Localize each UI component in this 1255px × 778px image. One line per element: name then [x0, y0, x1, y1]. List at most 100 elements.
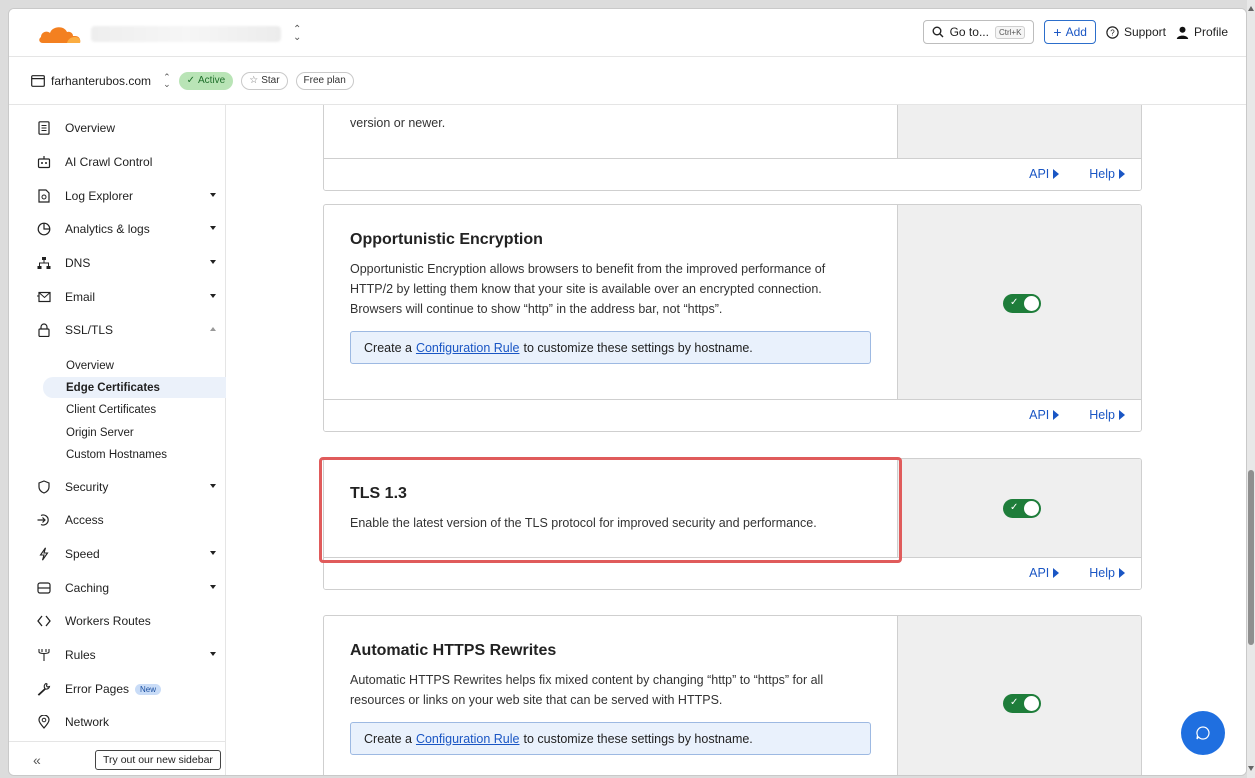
sidebar-item-ai-crawl-control[interactable]: AI Crawl Control — [9, 148, 226, 176]
settings-card-automatic-https-rewrites: Automatic HTTPS Rewrites Automatic HTTPS… — [323, 615, 1142, 775]
sidebar-item-email[interactable]: Email — [9, 283, 226, 311]
try-new-sidebar-label: Try out our new sidebar — [103, 753, 213, 766]
sidebar-item-rules[interactable]: Rules — [9, 641, 226, 669]
question-circle-icon: ? — [1106, 25, 1119, 39]
sidebar-item-label: Caching — [65, 581, 110, 595]
sub-item-origin-server[interactable]: Origin Server — [43, 422, 226, 443]
goto-button[interactable]: Go to... Ctrl+K — [922, 20, 1035, 44]
chat-support-button[interactable] — [1181, 711, 1225, 755]
collapse-sidebar-icon[interactable]: « — [33, 752, 47, 768]
sidebar-item-label: DNS — [65, 256, 91, 270]
support-label: Support — [1123, 25, 1166, 39]
sidebar-item-speed[interactable]: Speed — [9, 540, 226, 568]
sub-item-label: Overview — [66, 359, 114, 372]
settings-card-opportunistic-encryption: Opportunistic Encryption Opportunistic E… — [323, 204, 1142, 432]
check-icon: ✓ — [1010, 697, 1019, 708]
configuration-rule-link[interactable]: Configuration Rule — [416, 732, 520, 746]
tls-1-3-toggle[interactable]: ✓ — [1003, 499, 1041, 518]
scrollbar-thumb[interactable] — [1248, 470, 1254, 645]
sidebar-item-access[interactable]: Access — [9, 506, 226, 534]
cloudflare-logo[interactable] — [37, 23, 83, 45]
try-new-sidebar-button[interactable]: Try out our new sidebar — [95, 749, 221, 770]
card-control-area: ✓ — [897, 459, 1141, 559]
sub-item-label: Edge Certificates — [66, 381, 160, 394]
sidebar-item-label: AI Crawl Control — [65, 155, 153, 169]
document-icon — [37, 121, 51, 135]
sidebar-item-log-explorer[interactable]: Log Explorer — [9, 182, 226, 210]
sub-item-label: Client Certificates — [66, 403, 157, 416]
sub-item-custom-hostnames[interactable]: Custom Hostnames — [43, 444, 226, 465]
code-brackets-icon — [37, 614, 51, 628]
user-icon — [1176, 26, 1189, 39]
star-button[interactable]: ☆ Star — [241, 71, 288, 90]
sidebar-item-network[interactable]: Network — [9, 708, 226, 736]
card-description: Opportunistic Encryption allows browsers… — [350, 262, 826, 316]
sidebar-item-caching[interactable]: Caching — [9, 574, 226, 602]
help-link[interactable]: Help — [1089, 167, 1125, 181]
search-icon — [932, 26, 944, 38]
sidebar-item-ssl-tls[interactable]: SSL/TLS — [9, 316, 226, 344]
toggle-knob — [1024, 296, 1039, 311]
scroll-up-arrow-icon[interactable] — [1248, 6, 1254, 11]
scroll-down-arrow-icon[interactable] — [1248, 766, 1254, 771]
api-link[interactable]: API — [1029, 167, 1059, 181]
star-label: Star — [261, 75, 280, 86]
account-selector[interactable]: ⌃ ⌄ — [91, 23, 311, 45]
pie-chart-icon — [37, 222, 51, 236]
support-link[interactable]: ? Support — [1106, 25, 1166, 39]
card-title: Automatic HTTPS Rewrites — [350, 642, 557, 659]
sidebar-item-workers-routes[interactable]: Workers Routes — [9, 607, 226, 635]
add-button[interactable]: + Add — [1044, 20, 1096, 44]
help-link[interactable]: Help — [1089, 566, 1125, 580]
sidebar-item-security[interactable]: Security — [9, 473, 226, 501]
configuration-rule-callout: Create a Configuration Rule to customize… — [350, 722, 871, 755]
sub-item-label: Origin Server — [66, 426, 134, 439]
goto-label: Go to... — [949, 25, 989, 39]
chat-bubble-icon — [1196, 726, 1210, 740]
zone-selector[interactable]: farhanterubos.com ⌃ ⌄ — [31, 71, 171, 89]
highlight-box — [319, 457, 902, 563]
opportunistic-encryption-toggle[interactable]: ✓ — [1003, 294, 1041, 313]
star-icon: ☆ — [249, 75, 259, 86]
chevron-updown-icon: ⌃ ⌄ — [163, 71, 171, 89]
configuration-rule-link[interactable]: Configuration Rule — [416, 341, 520, 355]
card-footer: API Help — [324, 158, 1141, 190]
sub-item-edge-certificates[interactable]: Edge Certificates — [43, 377, 226, 398]
api-link[interactable]: API — [1029, 566, 1059, 580]
sidebar-item-error-pages[interactable]: Error Pages New — [9, 675, 226, 703]
sidebar-item-dns[interactable]: DNS — [9, 249, 226, 277]
sign-in-icon — [37, 513, 51, 527]
callout-text-post: to customize these settings by hostname. — [523, 731, 753, 746]
callout-text-pre: Create a — [364, 731, 412, 746]
settings-card-previous: version or newer. API Help — [323, 105, 1142, 191]
profile-link[interactable]: Profile — [1176, 25, 1228, 39]
check-icon: ✓ — [1010, 297, 1019, 308]
chevron-down-icon — [210, 551, 216, 555]
help-link[interactable]: Help — [1089, 408, 1125, 422]
card-control-area: ✓ — [897, 616, 1141, 775]
automatic-https-rewrites-toggle[interactable]: ✓ — [1003, 694, 1041, 713]
plus-icon: + — [1053, 24, 1062, 40]
sidebar: Overview AI Crawl Control Log Explorer A… — [9, 105, 226, 775]
toggle-knob — [1024, 696, 1039, 711]
server-icon — [37, 581, 51, 595]
profile-label: Profile — [1193, 25, 1228, 39]
sidebar-item-overview[interactable]: Overview — [9, 114, 226, 142]
chevron-down-icon — [210, 652, 216, 656]
api-link[interactable]: API — [1029, 408, 1059, 422]
sidebar-item-label: SSL/TLS — [65, 323, 114, 337]
page-scrollbar[interactable] — [1247, 0, 1255, 778]
chevron-down-icon — [210, 226, 216, 230]
sidebar-item-analytics-logs[interactable]: Analytics & logs — [9, 215, 226, 243]
plan-badge[interactable]: Free plan — [295, 71, 354, 90]
sidebar-item-label: Access — [65, 513, 104, 527]
chevron-up-icon — [210, 327, 216, 331]
sub-item-client-certificates[interactable]: Client Certificates — [43, 399, 226, 420]
card-control-area: ✓ — [897, 205, 1141, 401]
chevron-down-icon — [210, 484, 216, 488]
chevron-down-icon — [210, 294, 216, 298]
network-tree-icon — [37, 256, 51, 270]
wrench-icon — [37, 682, 51, 696]
sub-item-overview[interactable]: Overview — [43, 355, 226, 376]
sidebar-item-label: Log Explorer — [65, 189, 134, 203]
